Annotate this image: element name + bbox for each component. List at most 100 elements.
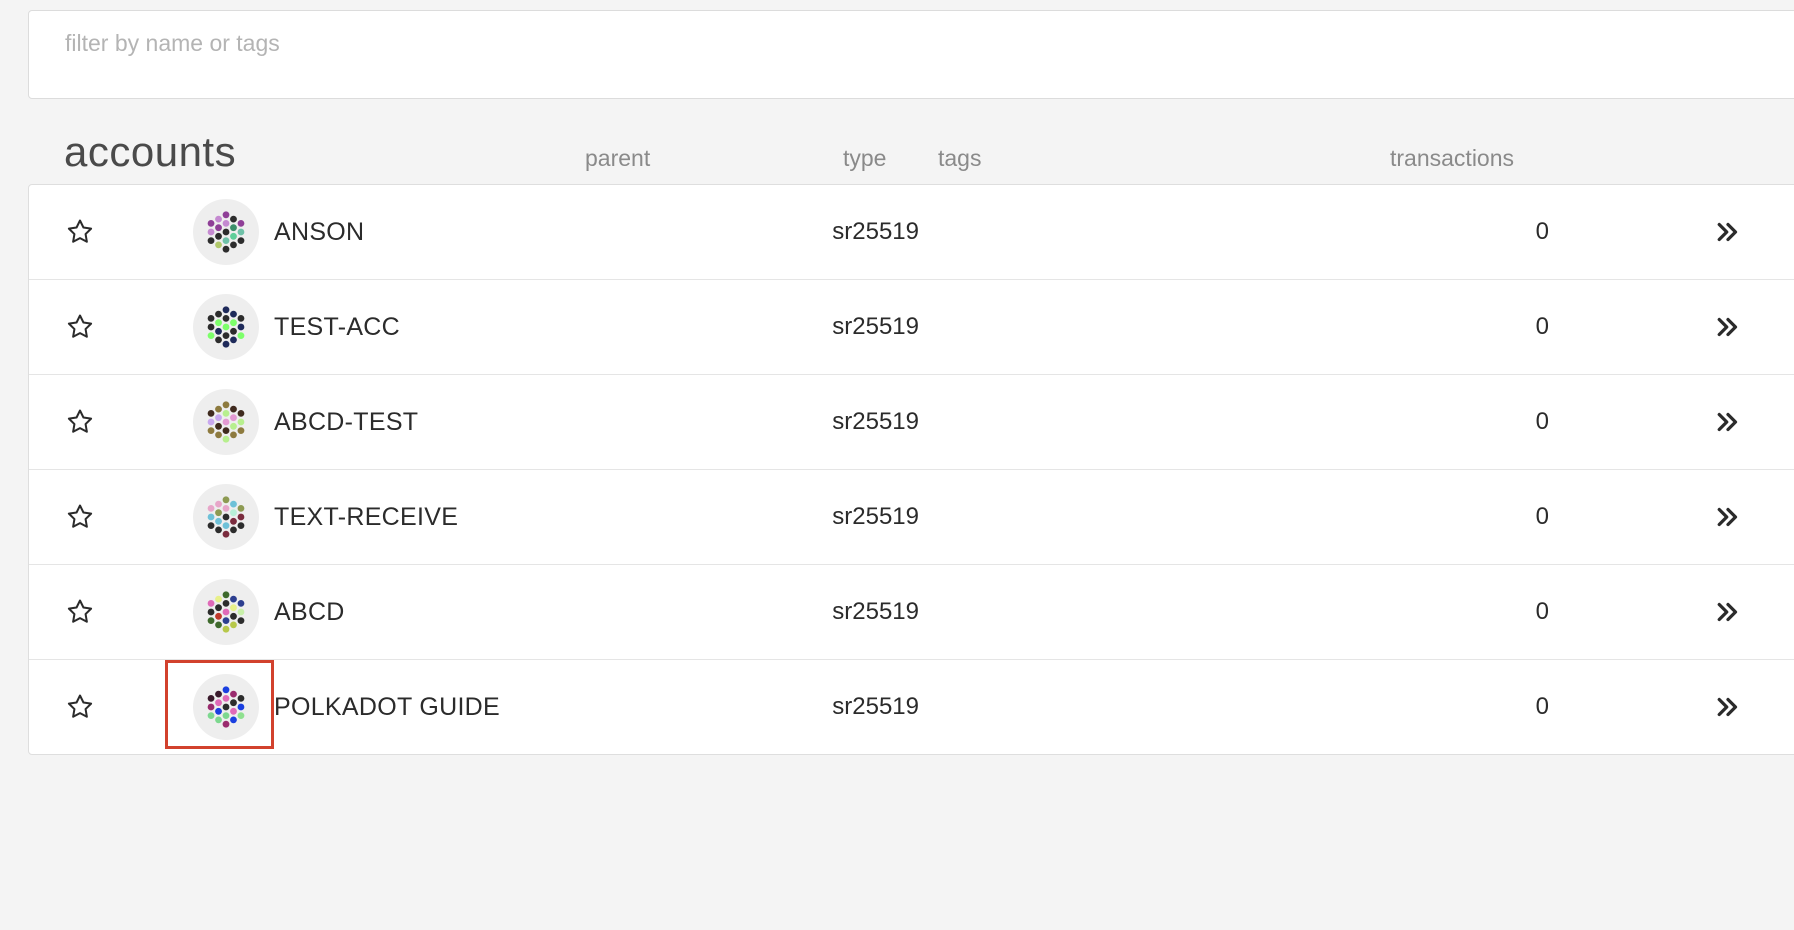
account-row[interactable]: ABCD sr25519 0 xyxy=(29,565,1794,660)
identicon-dot xyxy=(215,699,222,707)
identicon-dot xyxy=(215,405,222,413)
identicon-dot xyxy=(215,215,222,223)
double-chevron-right-icon[interactable] xyxy=(1713,407,1743,437)
star-outline-icon[interactable] xyxy=(65,407,95,437)
identicon-dot xyxy=(207,237,215,244)
account-name[interactable]: TEST-ACC xyxy=(274,313,400,342)
star-outline-icon[interactable] xyxy=(65,312,95,342)
account-type: sr25519 xyxy=(832,503,919,530)
identicon-dot xyxy=(207,410,215,417)
identicon-dot xyxy=(222,315,230,322)
account-identicon xyxy=(193,484,259,550)
identicon-dot xyxy=(207,323,215,331)
account-transactions: 0 xyxy=(1535,408,1549,435)
account-name[interactable]: POLKADOT GUIDE xyxy=(274,693,500,722)
account-row[interactable]: TEXT-RECEIVE sr25519 0 xyxy=(29,470,1794,565)
account-name[interactable]: ANSON xyxy=(274,218,364,247)
account-name[interactable]: TEXT-RECEIVE xyxy=(274,503,458,532)
identicon-dot xyxy=(230,327,237,335)
identicon-dot xyxy=(222,435,230,443)
account-transactions: 0 xyxy=(1535,693,1549,720)
identicon-dot xyxy=(222,401,230,409)
identicon-dot xyxy=(237,505,245,512)
identicon-dot xyxy=(237,228,245,236)
identicon-dot xyxy=(222,695,230,702)
column-header-tags: tags xyxy=(938,145,982,171)
double-chevron-right-icon[interactable] xyxy=(1713,692,1743,722)
account-identicon xyxy=(193,199,259,265)
identicon-dot xyxy=(215,621,222,629)
identicon-dot xyxy=(237,427,245,434)
identicon-dot xyxy=(222,720,230,728)
identicon-dot xyxy=(230,595,237,603)
column-header-type: type xyxy=(843,145,887,171)
filter-input[interactable] xyxy=(65,27,1265,59)
identicon-dot xyxy=(207,703,215,711)
double-chevron-right-icon[interactable] xyxy=(1713,312,1743,342)
identicon-dot xyxy=(230,414,237,422)
identicon-dot xyxy=(215,241,222,249)
star-outline-icon[interactable] xyxy=(65,217,95,247)
identicon-dot xyxy=(207,608,215,616)
identicon-dot xyxy=(222,686,230,694)
identicon-dot xyxy=(222,228,230,236)
identicon-dot xyxy=(237,695,245,702)
identicon-dot xyxy=(207,712,215,719)
account-type: sr25519 xyxy=(832,598,919,625)
account-type: sr25519 xyxy=(832,313,919,340)
account-row[interactable]: TEST-ACC sr25519 0 xyxy=(29,280,1794,375)
identicon-dot xyxy=(215,509,222,517)
double-chevron-right-icon[interactable] xyxy=(1713,217,1743,247)
identicon-dot xyxy=(215,716,222,724)
identicon-dot xyxy=(222,496,230,504)
account-name[interactable]: ABCD xyxy=(274,598,345,627)
identicon-dot xyxy=(237,220,245,227)
accounts-header: accounts parent type tags transactions xyxy=(0,120,1794,180)
identicon-dot xyxy=(222,245,230,253)
identicon-dot xyxy=(237,418,245,426)
identicon-dot xyxy=(230,699,237,707)
identicon-dot xyxy=(230,612,237,620)
identicon-dot xyxy=(230,517,237,525)
identicon-dot xyxy=(237,703,245,711)
identicon-dot xyxy=(207,220,215,227)
identicon-dot xyxy=(237,522,245,529)
account-transactions: 0 xyxy=(1535,313,1549,340)
identicon-dot xyxy=(237,600,245,607)
identicon-dot xyxy=(230,405,237,413)
identicon-dot xyxy=(215,232,222,240)
identicon-dot xyxy=(237,608,245,616)
identicon-dot xyxy=(215,690,222,698)
star-outline-icon[interactable] xyxy=(65,692,95,722)
account-row[interactable]: POLKADOT GUIDE sr25519 0 xyxy=(29,660,1794,754)
identicon-dot xyxy=(207,315,215,322)
identicon-dot xyxy=(215,327,222,335)
identicon-dot xyxy=(222,220,230,227)
star-outline-icon[interactable] xyxy=(65,597,95,627)
identicon-dot xyxy=(222,332,230,339)
identicon-dot xyxy=(222,418,230,426)
identicon-dot xyxy=(207,600,215,607)
account-row[interactable]: ABCD-TEST sr25519 0 xyxy=(29,375,1794,470)
account-row[interactable]: ANSON sr25519 0 xyxy=(29,185,1794,280)
star-outline-icon[interactable] xyxy=(65,502,95,532)
identicon-dot xyxy=(222,410,230,417)
identicon-dot xyxy=(237,410,245,417)
identicon-dot xyxy=(230,215,237,223)
identicon-dot xyxy=(222,323,230,331)
identicon-dot xyxy=(230,604,237,612)
identicon-dot xyxy=(230,319,237,327)
identicon-dot xyxy=(207,522,215,529)
identicon-dot xyxy=(230,690,237,698)
identicon-dot xyxy=(215,224,222,232)
identicon-dot xyxy=(215,595,222,603)
identicon-dot xyxy=(215,431,222,439)
identicon-dot xyxy=(222,427,230,434)
double-chevron-right-icon[interactable] xyxy=(1713,502,1743,532)
double-chevron-right-icon[interactable] xyxy=(1713,597,1743,627)
account-transactions: 0 xyxy=(1535,218,1549,245)
identicon-dot xyxy=(230,336,237,344)
identicon-dot xyxy=(222,513,230,521)
account-name[interactable]: ABCD-TEST xyxy=(274,408,418,437)
identicon-dot xyxy=(230,509,237,517)
